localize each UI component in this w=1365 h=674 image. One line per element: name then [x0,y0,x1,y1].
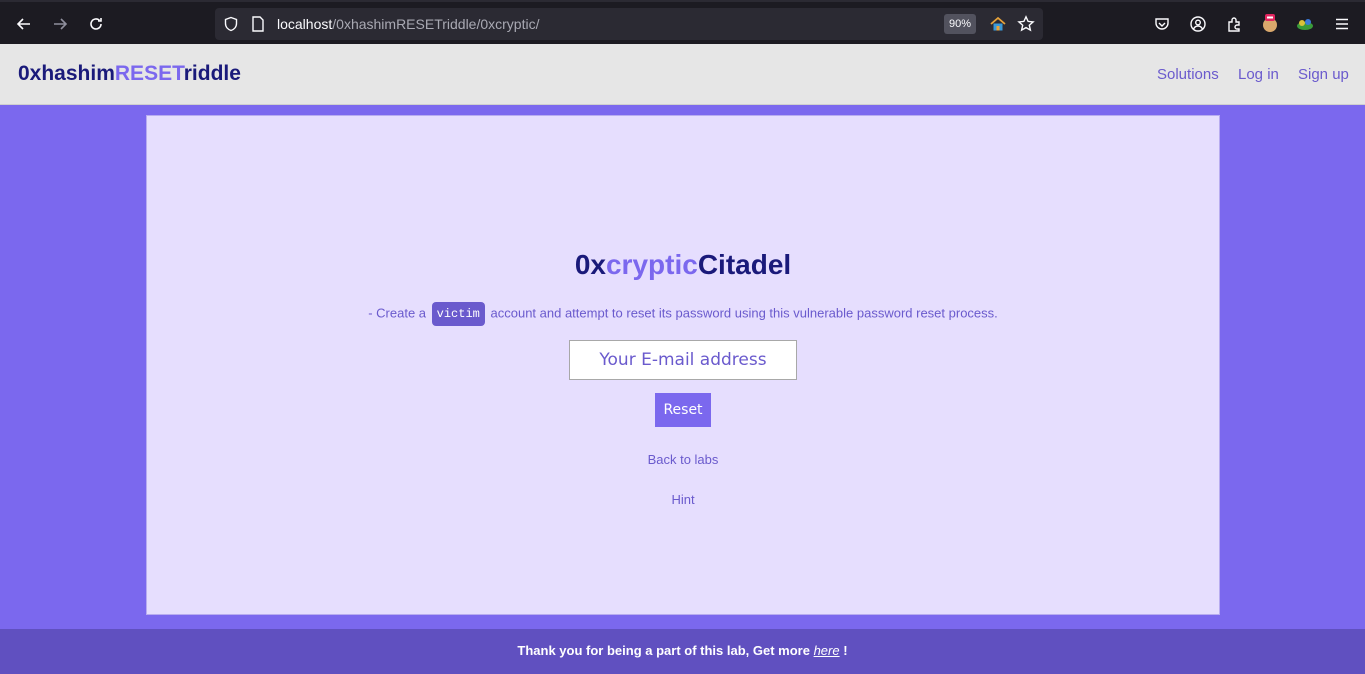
browser-toolbar: localhost/0xhashimRESETriddle/0xcryptic/… [0,0,1365,44]
zoom-level[interactable]: 90% [944,14,977,34]
back-icon[interactable] [10,10,38,38]
url-path: /0xhashimRESETriddle/0xcryptic/ [332,16,540,32]
brand-part-3: riddle [183,62,241,85]
brand-part-1: 0xhashim [18,62,115,85]
title-part-2: cryptic [605,249,698,280]
star-icon[interactable] [1017,15,1035,38]
instructions-text: - Create a victim account and attempt to… [147,302,1219,326]
email-input[interactable] [569,340,797,380]
extension-avatar-icon[interactable] [1260,14,1280,34]
url-host: localhost [277,16,333,32]
nav-login-link[interactable]: Log in [1238,66,1279,83]
footer-text-before: Thank you for being a part of this lab, … [517,643,810,658]
account-icon[interactable] [1188,14,1208,34]
page-icon [251,16,265,37]
url-text[interactable]: localhost/0xhashimRESETriddle/0xcryptic/ [277,16,539,32]
desc-after: account and attempt to reset its passwor… [490,305,998,321]
nav-solutions-link[interactable]: Solutions [1157,66,1219,83]
pocket-icon[interactable] [1152,14,1172,34]
brand-part-2: RESET [114,62,184,85]
extension-color-icon[interactable] [1295,14,1315,34]
reset-button[interactable]: Reset [655,393,711,427]
footer-here-link[interactable]: here [814,643,840,658]
victim-badge: victim [431,302,485,326]
menu-icon[interactable] [1332,14,1352,34]
page-title: 0xcrypticCitadel [147,249,1219,281]
back-to-labs-link[interactable]: Back to labs [147,452,1219,467]
footer-text-after: ! [843,643,848,658]
reload-icon[interactable] [82,10,110,38]
site-header: 0xhashimRESETriddle Solutions Log in Sig… [0,44,1365,105]
site-logo[interactable]: 0xhashimRESETriddle [18,62,241,86]
nav-signup-link[interactable]: Sign up [1298,66,1349,83]
reset-card: 0xcrypticCitadel - Create a victim accou… [146,115,1220,615]
desc-before: - Create a [368,305,427,321]
hint-link[interactable]: Hint [147,492,1219,507]
forward-icon[interactable] [46,10,74,38]
title-part-1: 0x [574,249,606,280]
footer-text: Thank you for being a part of this lab, … [0,643,1365,658]
site-footer: Thank you for being a part of this lab, … [0,629,1365,674]
home-icon[interactable] [989,15,1007,38]
extensions-icon[interactable] [1224,14,1244,34]
address-bar[interactable]: localhost/0xhashimRESETriddle/0xcryptic/… [215,8,1043,40]
shield-icon[interactable] [223,16,239,37]
title-part-3: Citadel [697,249,792,280]
